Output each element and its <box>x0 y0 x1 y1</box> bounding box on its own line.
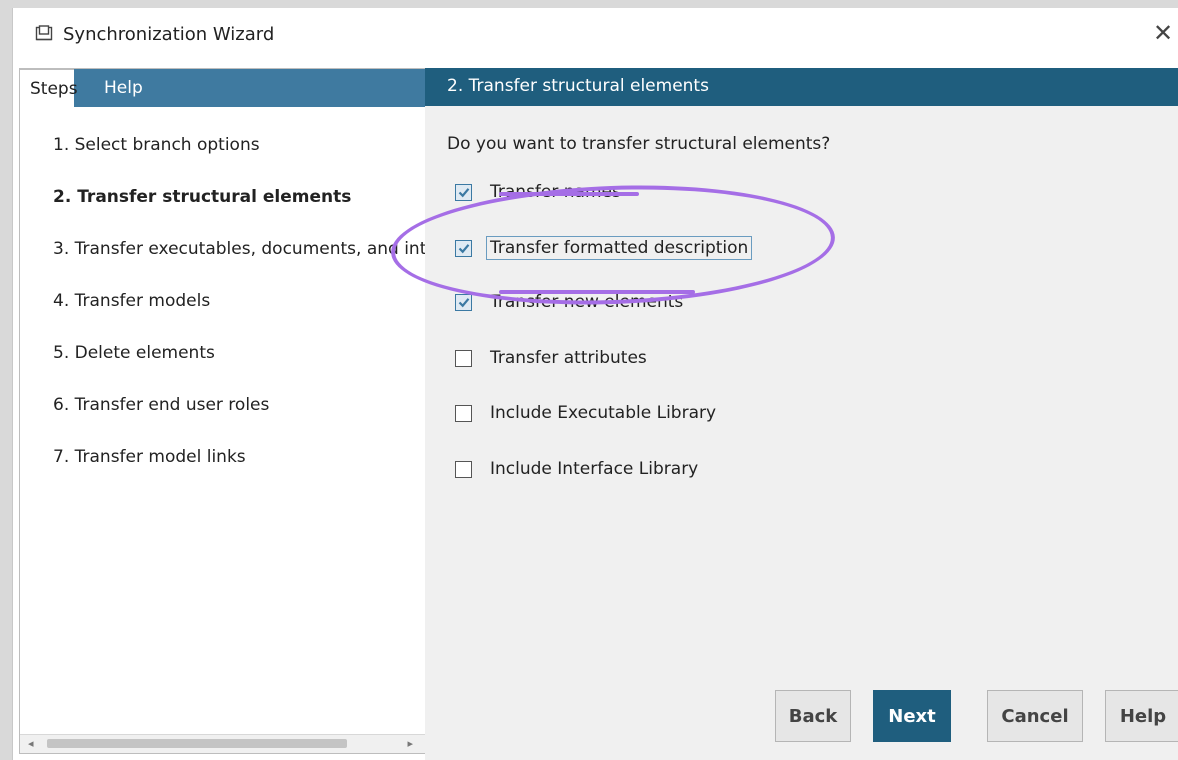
option-transfer-attributes[interactable]: Transfer attributes <box>455 344 647 372</box>
checkbox-include-executable-library[interactable] <box>455 404 472 422</box>
option-include-executable-library[interactable]: Include Executable Library <box>455 399 716 427</box>
option-transfer-new-elements[interactable]: Transfer new elements <box>455 288 683 316</box>
step-item[interactable]: 6. Transfer end user roles <box>53 395 425 447</box>
option-label: Include Interface Library <box>490 459 699 479</box>
content-pane: 2. Transfer structural elements Do you w… <box>425 68 1178 760</box>
checkbox-transfer-new-elements[interactable] <box>455 293 472 311</box>
steps-list: 1. Select branch options 2. Transfer str… <box>53 135 425 499</box>
tab-steps-label: Steps <box>30 78 78 99</box>
checkmark-icon <box>458 297 469 307</box>
step-item-current[interactable]: 2. Transfer structural elements <box>53 187 425 239</box>
checkbox-transfer-attributes[interactable] <box>455 349 472 367</box>
scroll-left-arrow-icon[interactable]: ◂ <box>28 737 34 750</box>
step-item[interactable]: 5. Delete elements <box>53 343 425 395</box>
checkmark-icon <box>458 243 469 253</box>
horizontal-scrollbar[interactable]: ◂ ▸ <box>20 734 425 753</box>
question-text: Do you want to transfer structural eleme… <box>447 134 831 154</box>
tab-help[interactable]: Help <box>94 69 153 107</box>
scrollbar-thumb[interactable] <box>47 739 347 748</box>
close-button[interactable]: ✕ <box>1149 18 1177 48</box>
back-button[interactable]: Back <box>775 690 851 742</box>
step-item[interactable]: 1. Select branch options <box>53 135 425 187</box>
option-label: Transfer new elements <box>490 292 684 312</box>
synchronization-wizard-window: Synchronization Wizard ✕ Steps Help 1. S… <box>12 8 1178 760</box>
option-transfer-names[interactable]: Transfer names <box>455 178 621 206</box>
step-item[interactable]: 7. Transfer model links <box>53 447 425 499</box>
checkbox-transfer-names[interactable] <box>455 183 472 201</box>
wizard-window-icon <box>35 25 53 47</box>
steps-pane: Steps Help 1. Select branch options 2. T… <box>19 68 426 754</box>
checkbox-transfer-formatted-description[interactable] <box>455 239 472 257</box>
button-bar: Back Next Cancel Help <box>425 690 1178 744</box>
option-include-interface-library[interactable]: Include Interface Library <box>455 455 698 483</box>
step-header: 2. Transfer structural elements <box>425 68 1178 106</box>
step-header-title: 2. Transfer structural elements <box>447 76 709 96</box>
next-button[interactable]: Next <box>873 690 951 742</box>
step-item[interactable]: 3. Transfer executables, documents, and … <box>53 239 425 291</box>
checkmark-icon <box>458 187 469 197</box>
option-label: Transfer attributes <box>490 348 647 368</box>
scroll-right-arrow-icon[interactable]: ▸ <box>407 737 413 750</box>
window-title: Synchronization Wizard <box>63 24 275 45</box>
close-icon: ✕ <box>1152 19 1174 47</box>
tab-strip: Steps Help <box>20 69 425 107</box>
option-transfer-formatted-description[interactable]: Transfer formatted description <box>455 234 753 262</box>
cancel-button[interactable]: Cancel <box>987 690 1083 742</box>
option-label: Transfer formatted description <box>486 236 753 260</box>
title-bar: Synchronization Wizard ✕ <box>13 8 1178 60</box>
option-label: Transfer names <box>490 182 621 202</box>
option-label: Include Executable Library <box>490 403 717 423</box>
checkbox-include-interface-library[interactable] <box>455 460 472 478</box>
step-item[interactable]: 4. Transfer models <box>53 291 425 343</box>
tab-help-label: Help <box>104 78 143 98</box>
tab-steps[interactable]: Steps <box>20 69 78 107</box>
help-button[interactable]: Help <box>1105 690 1178 742</box>
